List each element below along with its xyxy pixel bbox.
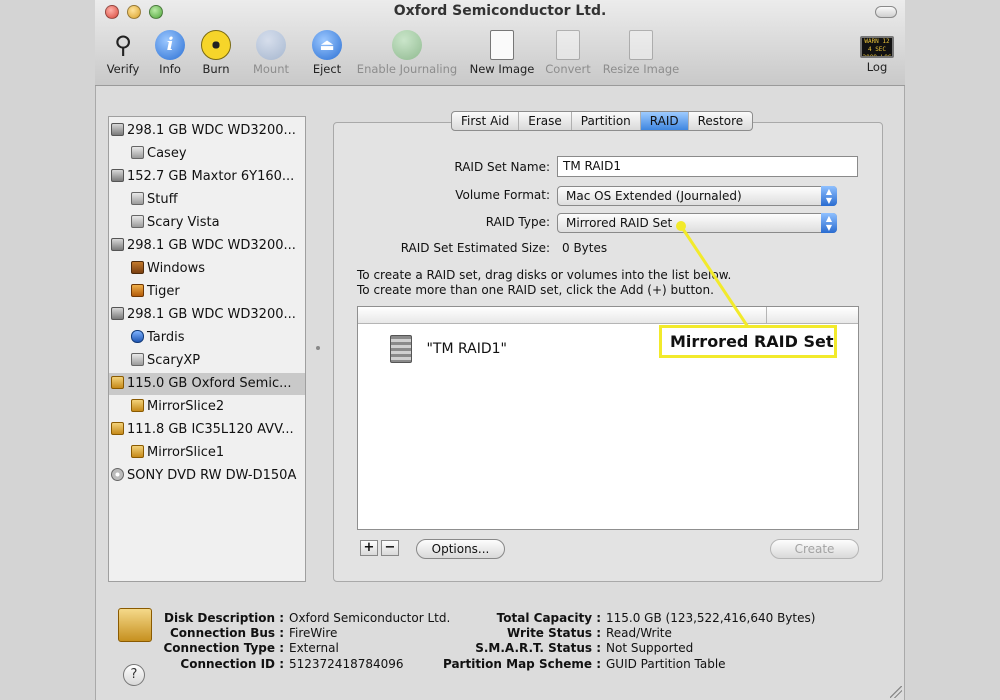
smart-status-label: S.M.A.R.T. Status : bbox=[475, 641, 601, 655]
connection-id-label: Connection ID : bbox=[180, 657, 284, 671]
total-capacity-value: 115.0 GB (123,522,416,640 Bytes) bbox=[606, 611, 816, 625]
callout-connector bbox=[676, 221, 750, 328]
smart-status-value: Not Supported bbox=[606, 641, 694, 655]
connection-id-value: 512372418784096 bbox=[289, 657, 404, 671]
partition-map-label: Partition Map Scheme : bbox=[442, 657, 601, 671]
help-button[interactable]: ? bbox=[123, 664, 145, 686]
selected-disk-icon bbox=[118, 608, 152, 642]
connection-type-label: Connection Type : bbox=[163, 641, 285, 655]
connection-type-value: External bbox=[289, 641, 339, 655]
total-capacity-label: Total Capacity : bbox=[496, 611, 601, 625]
callout-label: Mirrored RAID Set bbox=[659, 325, 837, 358]
resize-grip-icon[interactable] bbox=[890, 686, 902, 698]
connection-bus-label: Connection Bus : bbox=[169, 626, 284, 640]
partition-map-value: GUID Partition Table bbox=[606, 657, 726, 671]
disk-description-value: Oxford Semiconductor Ltd. bbox=[289, 611, 451, 625]
disk-description-label: Disk Description : bbox=[164, 611, 284, 625]
connection-bus-value: FireWire bbox=[289, 626, 338, 640]
write-status-value: Read/Write bbox=[606, 626, 672, 640]
write-status-label: Write Status : bbox=[507, 626, 601, 640]
